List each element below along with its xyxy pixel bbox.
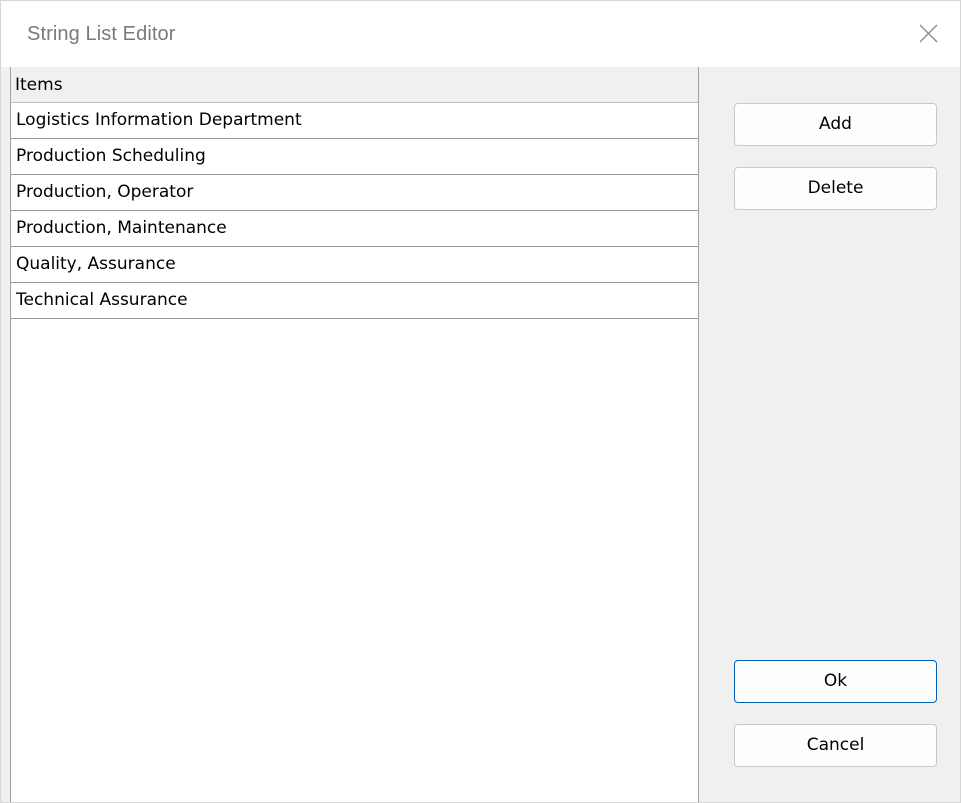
- list-item[interactable]: Production, Operator: [11, 175, 698, 211]
- ok-button[interactable]: Ok: [734, 660, 937, 703]
- list-item[interactable]: Production, Maintenance: [11, 211, 698, 247]
- title-bar: String List Editor: [1, 1, 960, 67]
- close-button[interactable]: [896, 1, 960, 67]
- delete-button[interactable]: Delete: [734, 167, 937, 210]
- cancel-button[interactable]: Cancel: [734, 724, 937, 767]
- close-icon: [919, 24, 938, 43]
- list-item[interactable]: Production Scheduling: [11, 139, 698, 175]
- list-item[interactable]: Quality, Assurance: [11, 247, 698, 283]
- list-item[interactable]: Technical Assurance: [11, 283, 698, 319]
- add-button[interactable]: Add: [734, 103, 937, 146]
- window-title: String List Editor: [27, 23, 176, 45]
- list-item[interactable]: Logistics Information Department: [11, 103, 698, 139]
- string-list-editor-dialog: String List Editor Items Logistics Infor…: [0, 0, 961, 803]
- items-list[interactable]: Items Logistics Information Department P…: [10, 67, 699, 802]
- items-column-header[interactable]: Items: [11, 67, 698, 103]
